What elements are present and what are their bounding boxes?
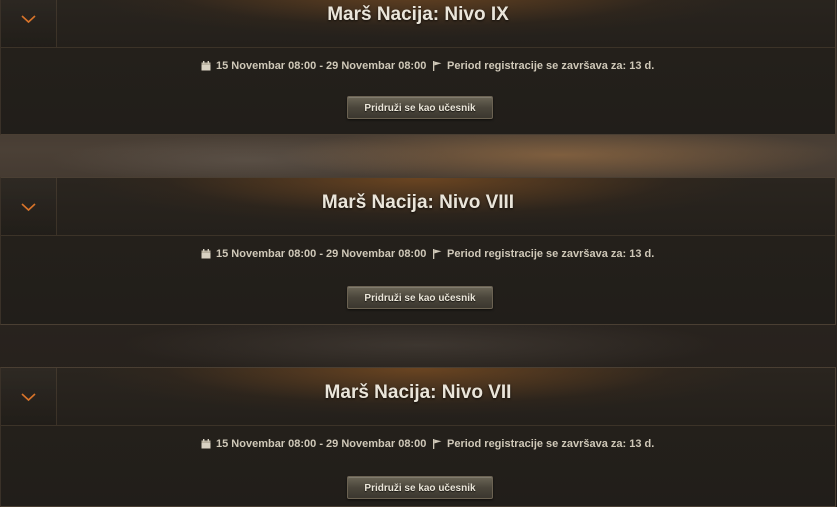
date-range-text: 15 Novembar 08:00 - 29 Novembar 08:00 xyxy=(216,248,427,260)
flag-icon xyxy=(433,439,442,449)
date-range: 15 Novembar 08:00 - 29 Novembar 08:00 xyxy=(201,248,426,260)
tournament-title: Marš Nacija: Nivo IX xyxy=(327,4,509,25)
tournament-card: Marš Nacija: Nivo VII 15 Novembar 08:00 … xyxy=(0,367,836,507)
registration-period: Period registracije se završava za: 13 d… xyxy=(433,438,654,450)
registration-period: Period registracije se završava za: 13 d… xyxy=(433,248,654,260)
registration-text: Period registracije se završava za: 13 d… xyxy=(447,60,655,72)
tournament-meta: 15 Novembar 08:00 - 29 Novembar 08:00 Pe… xyxy=(1,438,835,454)
calendar-icon xyxy=(201,249,211,259)
registration-text: Period registracije se završava za: 13 d… xyxy=(447,248,655,260)
registration-period: Period registracije se završava za: 13 d… xyxy=(433,60,654,72)
flag-icon xyxy=(433,249,442,259)
card-header: Marš Nacija: Nivo VII xyxy=(1,368,835,426)
tournament-card: Marš Nacija: Nivo IX 15 Novembar 08:00 -… xyxy=(0,0,836,135)
join-button[interactable]: Pridruži se kao učesnik xyxy=(347,96,493,119)
date-range: 15 Novembar 08:00 - 29 Novembar 08:00 xyxy=(201,60,426,72)
join-button[interactable]: Pridruži se kao učesnik xyxy=(347,286,493,309)
tournament-title: Marš Nacija: Nivo VIII xyxy=(321,192,515,213)
tournament-meta: 15 Novembar 08:00 - 29 Novembar 08:00 Pe… xyxy=(1,248,835,264)
calendar-icon xyxy=(201,439,211,449)
card-header: Marš Nacija: Nivo VIII xyxy=(1,178,835,236)
calendar-icon xyxy=(201,61,211,71)
card-header: Marš Nacija: Nivo IX xyxy=(1,0,835,48)
flag-icon xyxy=(433,61,442,71)
tournament-card: Marš Nacija: Nivo VIII 15 Novembar 08:00… xyxy=(0,177,836,325)
date-range: 15 Novembar 08:00 - 29 Novembar 08:00 xyxy=(201,438,426,450)
join-button[interactable]: Pridruži se kao učesnik xyxy=(347,476,493,499)
tournament-meta: 15 Novembar 08:00 - 29 Novembar 08:00 Pe… xyxy=(1,60,835,76)
date-range-text: 15 Novembar 08:00 - 29 Novembar 08:00 xyxy=(216,438,427,450)
tournament-title: Marš Nacija: Nivo VII xyxy=(324,382,512,403)
date-range-text: 15 Novembar 08:00 - 29 Novembar 08:00 xyxy=(216,60,427,72)
registration-text: Period registracije se završava za: 13 d… xyxy=(447,438,655,450)
